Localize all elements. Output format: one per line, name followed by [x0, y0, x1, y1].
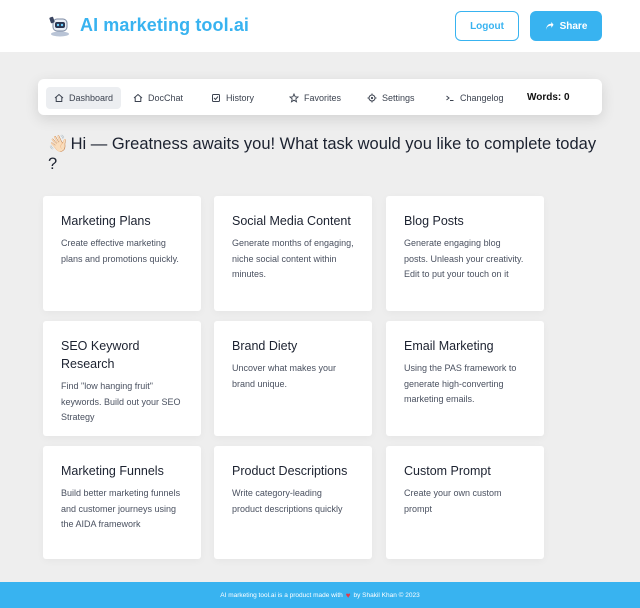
card-description: Generate months of engaging, niche socia…	[232, 238, 354, 279]
task-card-blog-posts[interactable]: Blog Posts Generate engaging blog posts.…	[386, 196, 544, 311]
waving-hand-icon: 👋🏻	[48, 135, 69, 153]
tab-label: Favorites	[304, 93, 342, 103]
card-title: Custom Prompt	[404, 464, 491, 478]
card-title: Social Media Content	[232, 214, 351, 228]
card-description: Create your own custom prompt	[404, 488, 502, 514]
card-description: Using the PAS framework to generate high…	[404, 363, 517, 404]
tab-label: DocChat	[148, 93, 184, 103]
tab-label: Changelog	[460, 93, 504, 103]
task-card-email-marketing[interactable]: Email Marketing Using the PAS framework …	[386, 321, 544, 436]
task-card-social-media-content[interactable]: Social Media Content Generate months of …	[214, 196, 372, 311]
word-count: Words: 0	[527, 92, 570, 103]
greeting-heading: 👋🏻 Hi — Greatness awaits you! What task …	[48, 134, 608, 174]
card-description: Generate engaging blog posts. Unleash yo…	[404, 238, 524, 279]
brand-title[interactable]: AI marketing tool.ai	[80, 15, 249, 36]
terminal-icon	[446, 95, 454, 101]
card-description: Write category-leading product descripti…	[232, 488, 343, 514]
task-card-marketing-funnels[interactable]: Marketing Funnels Build better marketing…	[43, 446, 201, 559]
heart-icon: ♥	[345, 590, 351, 600]
card-title: Brand Diety	[232, 339, 298, 353]
footer-suffix: by Shakil Khan © 2023	[353, 591, 420, 599]
share-label: Share	[559, 20, 588, 32]
card-title: SEO Keyword Research	[61, 339, 140, 371]
footer-prefix: AI marketing tool.ai is a product made w…	[220, 591, 343, 599]
share-arrow-icon	[545, 21, 554, 30]
task-card-marketing-plans[interactable]: Marketing Plans Create effective marketi…	[43, 196, 201, 311]
task-card-product-descriptions[interactable]: Product Descriptions Write category-lead…	[214, 446, 372, 559]
logout-button[interactable]: Logout	[455, 11, 519, 41]
top-header: AI marketing tool.ai Logout Share	[0, 0, 640, 52]
tab-dashboard[interactable]: Dashboard	[46, 87, 122, 109]
tab-favorites[interactable]: Favorites	[281, 87, 349, 109]
tab-label: Settings	[382, 93, 415, 103]
tab-docchat[interactable]: DocChat	[125, 87, 191, 109]
card-title: Blog Posts	[404, 214, 464, 228]
tab-settings[interactable]: Settings	[359, 87, 423, 109]
tab-history[interactable]: History	[203, 87, 262, 109]
tab-label: History	[226, 93, 255, 103]
card-title: Marketing Plans	[61, 214, 151, 228]
home-icon	[133, 93, 143, 102]
greeting-text: Hi — Greatness awaits you! What task wou…	[48, 135, 597, 173]
robot-logo-icon	[49, 16, 69, 37]
star-icon	[289, 93, 299, 103]
history-icon	[212, 94, 220, 102]
card-description: Build better marketing funnels and custo…	[61, 488, 181, 529]
task-card-custom-prompt[interactable]: Custom Prompt Create your own custom pro…	[386, 446, 544, 559]
task-card-seo-keyword-research[interactable]: SEO Keyword Research Find "low hanging f…	[43, 321, 201, 436]
card-title: Product Descriptions	[232, 464, 348, 478]
card-description: Uncover what makes your brand unique.	[232, 363, 337, 389]
gear-icon	[367, 93, 377, 103]
home-icon	[54, 93, 64, 102]
card-description: Create effective marketing plans and pro…	[61, 238, 179, 264]
card-title: Email Marketing	[404, 339, 494, 353]
share-button[interactable]: Share	[530, 11, 602, 41]
tab-changelog[interactable]: Changelog	[437, 87, 512, 109]
task-card-brand-diety[interactable]: Brand Diety Uncover what makes your bran…	[214, 321, 372, 436]
card-description: Find "low hanging fruit" keywords. Build…	[61, 381, 181, 422]
tab-label: Dashboard	[69, 93, 114, 103]
card-title: Marketing Funnels	[61, 464, 164, 478]
footer: AI marketing tool.ai is a product made w…	[0, 582, 640, 608]
